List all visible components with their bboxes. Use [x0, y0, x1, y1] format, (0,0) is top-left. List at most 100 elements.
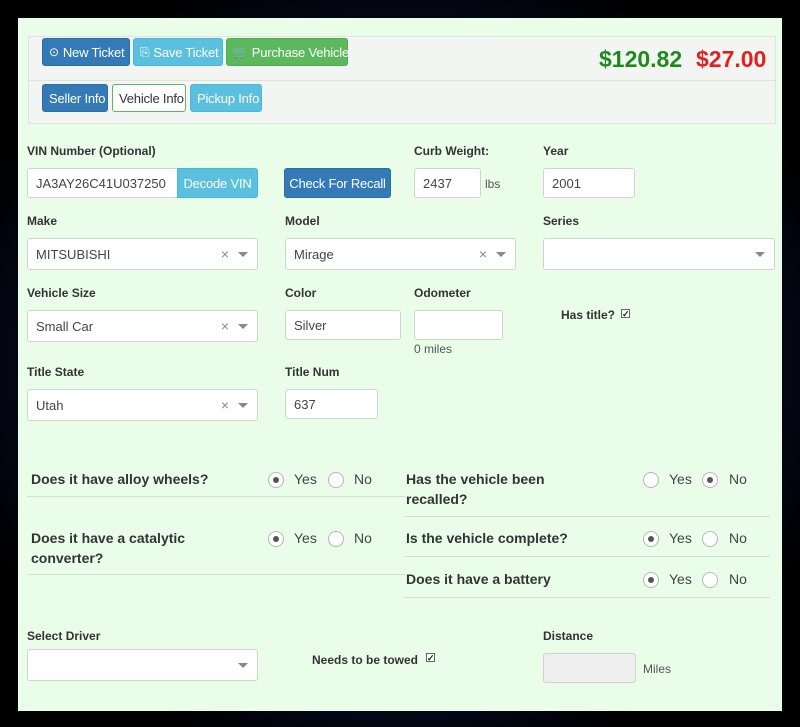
recalled-no-radio[interactable]: [702, 472, 718, 488]
year-input[interactable]: 2001: [543, 168, 635, 198]
distance-unit: Miles: [643, 662, 672, 676]
clear-icon[interactable]: ×: [479, 246, 487, 262]
chevron-down-icon: [238, 663, 248, 668]
question-battery: Does it have a battery: [406, 571, 551, 587]
make-label: Make: [27, 214, 58, 228]
question-alloy-wheels: Does it have alloy wheels?: [31, 471, 209, 487]
odometer-label: Odometer: [414, 286, 471, 300]
vehicle-size-value: Small Car: [36, 318, 94, 334]
alloy-yes-radio[interactable]: [268, 472, 284, 488]
distance-label: Distance: [543, 629, 594, 643]
color-label: Color: [285, 286, 317, 300]
price-total: $120.82: [599, 46, 683, 72]
vehicle-size-label: Vehicle Size: [27, 286, 96, 300]
check-recall-label: Check For Recall: [289, 175, 386, 191]
cart-icon: 🛒: [233, 45, 248, 59]
alloy-no-label: No: [354, 471, 372, 487]
tab-vehicle-label: Vehicle Info: [119, 90, 184, 106]
complete-yes-radio[interactable]: [643, 531, 659, 547]
make-select[interactable]: MITSUBISHI ×: [27, 238, 258, 270]
decode-vin-button[interactable]: Decode VIN: [177, 168, 258, 198]
title-num-label: Title Num: [285, 365, 340, 379]
clear-icon[interactable]: ×: [221, 318, 229, 334]
save-icon: ⎘: [140, 44, 150, 59]
distance-input: [543, 653, 636, 683]
title-num-input[interactable]: 637: [285, 389, 378, 419]
curb-weight-unit: lbs: [485, 177, 501, 191]
chevron-down-icon: [238, 324, 248, 329]
model-select[interactable]: Mirage ×: [285, 238, 516, 270]
check-recall-button[interactable]: Check For Recall: [284, 168, 391, 198]
needs-towed-checkbox[interactable]: ✓: [426, 653, 435, 663]
select-driver-label: Select Driver: [27, 629, 101, 643]
catalytic-yes-radio[interactable]: [268, 531, 284, 547]
tab-pickup-label: Pickup Info: [197, 90, 260, 106]
select-driver-select[interactable]: [27, 649, 258, 681]
question-recalled-2: recalled?: [406, 491, 468, 507]
odometer-note: 0 miles: [414, 342, 453, 356]
title-state-select[interactable]: Utah ×: [27, 389, 258, 421]
battery-no-label: No: [729, 571, 747, 587]
question-recalled-1: Has the vehicle been: [406, 471, 545, 487]
question-catalytic-2: converter?: [31, 550, 104, 566]
save-ticket-button[interactable]: ⎘ Save Ticket: [133, 38, 223, 66]
complete-yes-label: Yes: [669, 530, 692, 546]
question-catalytic-1: Does it have a catalytic: [31, 530, 186, 546]
alloy-no-radio[interactable]: [328, 472, 344, 488]
new-ticket-button[interactable]: ⊙ New Ticket: [42, 38, 130, 66]
has-title-checkbox[interactable]: ✓: [621, 309, 630, 319]
chevron-down-icon: [238, 403, 248, 408]
chevron-down-icon: [238, 252, 248, 257]
question-complete: Is the vehicle complete?: [406, 530, 568, 546]
divider: [27, 574, 405, 575]
save-ticket-label: Save Ticket: [153, 44, 219, 60]
series-label: Series: [543, 214, 580, 228]
new-ticket-label: New Ticket: [62, 44, 125, 60]
needs-towed-label: Needs to be towed: [312, 653, 419, 667]
clear-icon[interactable]: ×: [221, 246, 229, 262]
curb-weight-label: Curb Weight:: [414, 144, 490, 158]
tab-vehicle-info[interactable]: Vehicle Info: [112, 84, 186, 112]
vehicle-size-select[interactable]: Small Car ×: [27, 310, 258, 342]
battery-yes-label: Yes: [669, 571, 692, 587]
alloy-yes-label: Yes: [294, 471, 317, 487]
tab-seller-label: Seller Info: [49, 90, 106, 106]
make-value: MITSUBISHI: [36, 246, 111, 262]
clear-icon[interactable]: ×: [221, 397, 229, 413]
year-label: Year: [543, 144, 569, 158]
series-select[interactable]: [543, 238, 775, 270]
vin-label: VIN Number (Optional): [27, 144, 156, 158]
model-label: Model: [285, 214, 320, 228]
color-input[interactable]: Silver: [285, 310, 401, 340]
recalled-no-label: No: [729, 471, 747, 487]
chevron-down-icon: [755, 252, 765, 257]
decode-vin-label: Decode VIN: [183, 175, 252, 191]
divider: [27, 496, 405, 497]
battery-no-radio[interactable]: [702, 572, 718, 588]
odometer-input[interactable]: [414, 310, 503, 340]
purchase-vehicle-button[interactable]: 🛒 Purchase Vehicle: [226, 38, 350, 66]
tab-seller-info[interactable]: Seller Info: [42, 84, 108, 112]
title-state-label: Title State: [27, 365, 85, 379]
catalytic-no-radio[interactable]: [328, 531, 344, 547]
curb-weight-input[interactable]: 2437: [414, 168, 481, 198]
divider: [404, 516, 770, 517]
catalytic-yes-label: Yes: [294, 530, 317, 546]
plus-circle-icon: ⊙: [49, 45, 59, 59]
purchase-vehicle-label: Purchase Vehicle: [251, 44, 350, 60]
complete-no-radio[interactable]: [702, 531, 718, 547]
complete-no-label: No: [729, 530, 747, 546]
tab-pickup-info[interactable]: Pickup Info: [190, 84, 262, 112]
battery-yes-radio[interactable]: [643, 572, 659, 588]
model-value: Mirage: [294, 246, 334, 262]
recalled-yes-label: Yes: [669, 471, 692, 487]
has-title-label: Has title?: [561, 308, 616, 322]
catalytic-no-label: No: [354, 530, 372, 546]
price-deduction: $27.00: [696, 46, 767, 72]
vehicle-info-panel: ⊙ New Ticket ⎘ Save Ticket 🛒 Purchase Ve…: [18, 18, 782, 711]
divider: [404, 556, 770, 557]
vin-input[interactable]: JA3AY26C41U037250: [27, 168, 179, 198]
title-state-value: Utah: [36, 397, 64, 413]
chevron-down-icon: [496, 252, 506, 257]
recalled-yes-radio[interactable]: [643, 472, 659, 488]
